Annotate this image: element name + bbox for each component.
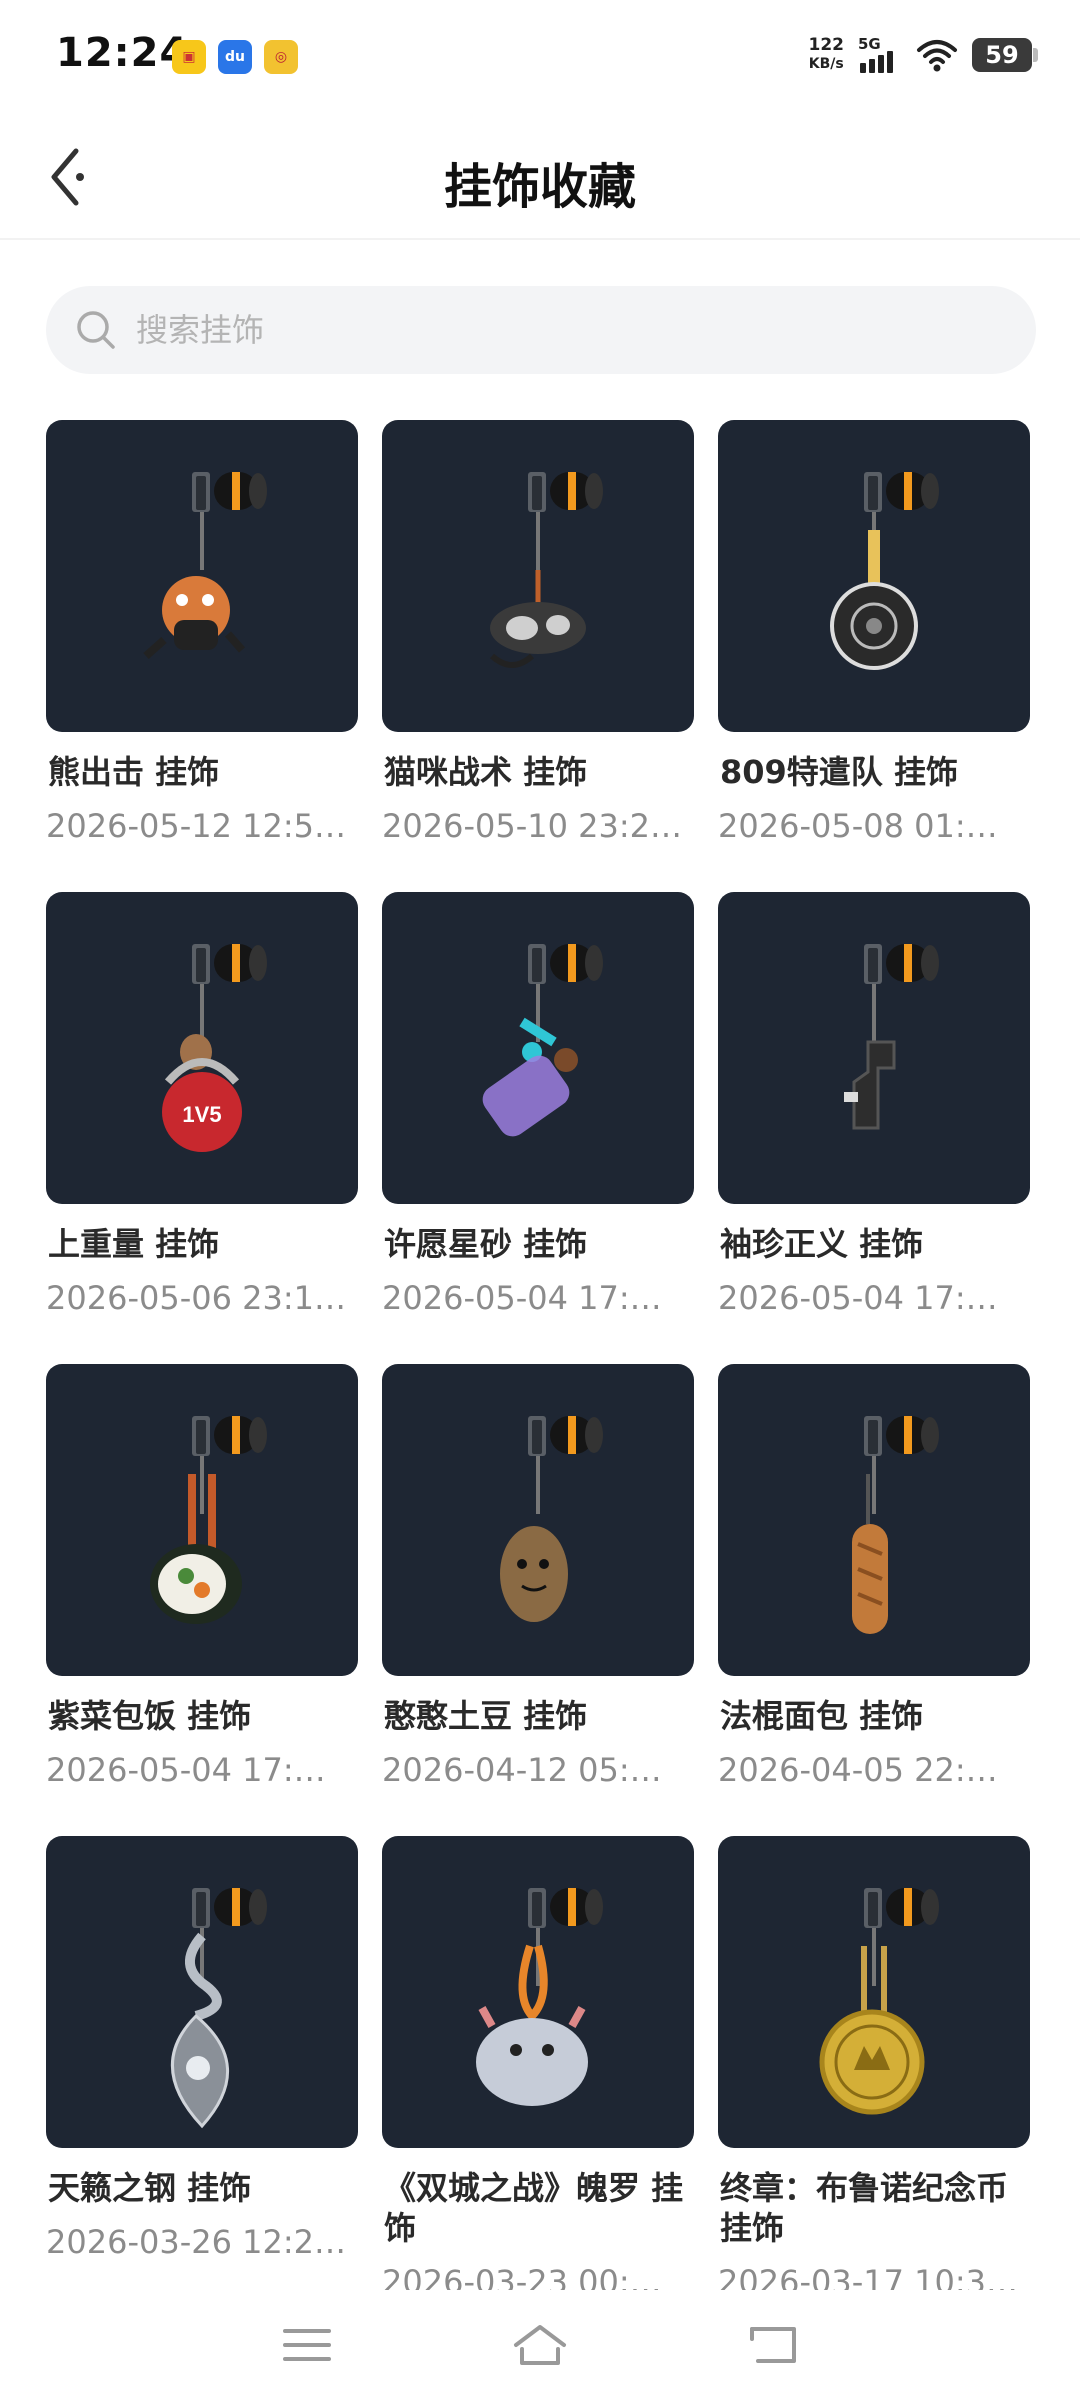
charm-image[interactable] bbox=[46, 1364, 358, 1676]
bear-charm-icon bbox=[143, 472, 267, 659]
charm-title: 法棍面包 挂饰 bbox=[720, 1697, 924, 1735]
charm-date: 2026-05-04 17:… bbox=[46, 1751, 326, 1789]
charm-card[interactable]: 袖珍正义 挂饰 2026-05-04 17:… bbox=[718, 892, 1030, 1364]
charm-card[interactable]: 《双城之战》魄罗 挂饰 2026-03-23 00:… bbox=[382, 1836, 694, 2308]
notification-app-icons: ▣ du ◎ bbox=[172, 40, 298, 74]
menu-icon bbox=[282, 2329, 331, 2361]
search-icon bbox=[77, 311, 115, 349]
charm-title: 许愿星砂 挂饰 bbox=[384, 1225, 588, 1263]
battery-icon: 59 bbox=[972, 38, 1038, 72]
charm-date: 2026-05-06 23:1… bbox=[46, 1279, 346, 1317]
cat-charm-icon bbox=[489, 472, 603, 668]
charm-title: 天籁之钢 挂饰 bbox=[48, 2169, 252, 2207]
disc-charm-icon bbox=[830, 472, 939, 670]
target-app-icon: ◎ bbox=[264, 40, 298, 74]
back-nav-button[interactable] bbox=[743, 2315, 803, 2375]
charm-title: 上重量 挂饰 bbox=[48, 1225, 220, 1263]
baguette-charm-icon bbox=[852, 1416, 939, 1634]
steel-blade-charm-icon bbox=[171, 1888, 267, 2129]
status-indicators: 122 KB/s 5G 59 bbox=[809, 35, 1038, 74]
charm-date: 2026-04-05 22:… bbox=[718, 1751, 998, 1789]
charm-image[interactable] bbox=[382, 420, 694, 732]
home-icon bbox=[513, 2325, 566, 2365]
charm-title: 终章：布鲁诺纪念币 挂饰 bbox=[720, 2169, 1009, 2247]
charm-title: 猫咪战术 挂饰 bbox=[384, 753, 588, 791]
wifi-icon bbox=[917, 40, 957, 72]
network-speed-value: 122 bbox=[808, 35, 845, 55]
svg-text:1V5: 1V5 bbox=[182, 1102, 221, 1127]
status-time: 12:24 bbox=[56, 30, 189, 76]
charm-card[interactable]: 1V5 上重量 挂饰 2026-05-06 23:1… bbox=[46, 892, 358, 1364]
cell-signal-icon: 5G bbox=[858, 35, 902, 73]
charm-image[interactable] bbox=[382, 1836, 694, 2148]
charm-card[interactable]: 猫咪战术 挂饰 2026-05-10 23:2… bbox=[382, 420, 694, 892]
charm-title: 809特遣队 挂饰 bbox=[720, 753, 958, 791]
charm-image[interactable]: 1V5 bbox=[46, 892, 358, 1204]
network-speed: 122 KB/s bbox=[809, 36, 845, 74]
menu-button[interactable] bbox=[277, 2315, 337, 2375]
charm-image[interactable] bbox=[46, 1836, 358, 2148]
charm-date: 2026-03-26 12:2… bbox=[46, 2223, 346, 2261]
charm-card[interactable]: 终章：布鲁诺纪念币 挂饰 2026-03-17 10:3… bbox=[718, 1836, 1030, 2308]
charm-title: 憨憨土豆 挂饰 bbox=[384, 1697, 588, 1735]
charm-image[interactable] bbox=[718, 420, 1030, 732]
notification-app-icon: ▣ bbox=[172, 40, 206, 74]
charm-image[interactable] bbox=[718, 1836, 1030, 2148]
charm-image[interactable] bbox=[718, 892, 1030, 1204]
poro-charm-icon bbox=[476, 1888, 603, 2106]
charm-title: 《双城之战》魄罗 挂饰 bbox=[384, 2169, 684, 2247]
charm-grid: 熊出击 挂饰 2026-05-12 12:5… 猫咪战术 挂饰 2026-05-… bbox=[46, 420, 1036, 2308]
charm-image[interactable] bbox=[46, 420, 358, 732]
charm-title: 袖珍正义 挂饰 bbox=[720, 1225, 924, 1263]
charm-date: 2026-05-04 17:… bbox=[382, 1279, 662, 1317]
pistol-charm-icon bbox=[844, 944, 939, 1130]
charm-card[interactable]: 天籁之钢 挂饰 2026-03-26 12:2… bbox=[46, 1836, 358, 2308]
page-title: 挂饰收藏 bbox=[443, 159, 636, 215]
network-speed-unit: KB/s bbox=[808, 56, 844, 72]
system-nav-bar bbox=[0, 2290, 1080, 2400]
charm-date: 2026-05-10 23:2… bbox=[382, 807, 682, 845]
search-bar[interactable] bbox=[46, 286, 1036, 374]
charm-card[interactable]: 紫菜包饭 挂饰 2026-05-04 17:… bbox=[46, 1364, 358, 1836]
potato-charm-icon bbox=[500, 1416, 603, 1622]
charm-card[interactable]: 憨憨土豆 挂饰 2026-04-12 05:… bbox=[382, 1364, 694, 1836]
charm-card[interactable]: 许愿星砂 挂饰 2026-05-04 17:… bbox=[382, 892, 694, 1364]
charm-image[interactable] bbox=[718, 1364, 1030, 1676]
charm-date: 2026-05-08 01:… bbox=[718, 807, 998, 845]
charm-card[interactable]: 809特遣队 挂饰 2026-05-08 01:… bbox=[718, 420, 1030, 892]
charm-date: 2026-05-12 12:5… bbox=[46, 807, 346, 845]
wish-bottle-charm-icon bbox=[482, 944, 603, 1137]
coin-charm-icon bbox=[819, 1888, 939, 2115]
charm-title: 熊出击 挂饰 bbox=[48, 753, 220, 791]
kettlebell-charm-icon: 1V5 bbox=[162, 944, 267, 1152]
back-icon bbox=[750, 2327, 797, 2363]
charm-date: 2026-05-04 17:… bbox=[718, 1279, 998, 1317]
page-header: 挂饰收藏 bbox=[0, 115, 1080, 240]
charm-card[interactable]: 熊出击 挂饰 2026-05-12 12:5… bbox=[46, 420, 358, 892]
charm-image[interactable] bbox=[382, 1364, 694, 1676]
charm-title: 紫菜包饭 挂饰 bbox=[48, 1697, 252, 1735]
charm-image[interactable] bbox=[382, 892, 694, 1204]
battery-level: 59 bbox=[985, 41, 1019, 69]
du-app-icon: du bbox=[218, 40, 252, 74]
charm-date: 2026-04-12 05:… bbox=[382, 1751, 662, 1789]
sushi-charm-icon bbox=[150, 1416, 267, 1624]
charm-card[interactable]: 法棍面包 挂饰 2026-04-05 22:… bbox=[718, 1364, 1030, 1836]
status-bar: 12:24 ▣ du ◎ 122 KB/s 5G 59 bbox=[0, 0, 1080, 115]
search-input[interactable] bbox=[136, 311, 936, 349]
home-button[interactable] bbox=[510, 2315, 570, 2375]
